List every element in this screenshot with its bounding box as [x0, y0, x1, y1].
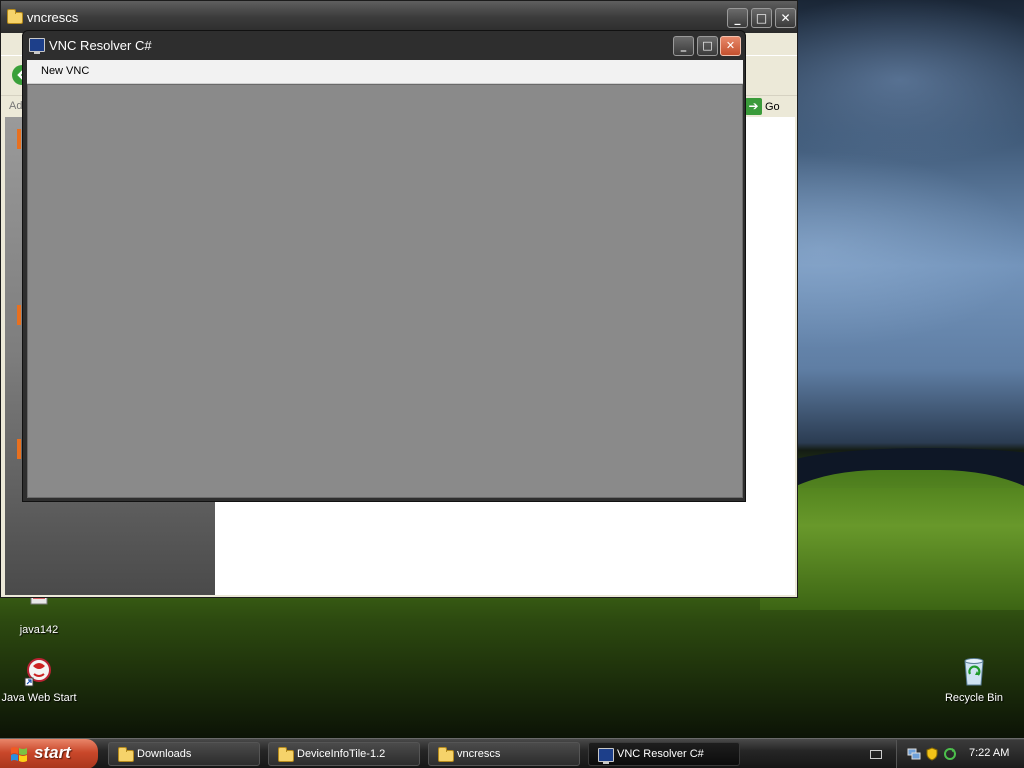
security-shield-icon[interactable]	[925, 747, 939, 761]
folder-icon	[7, 9, 23, 24]
menu-new-vnc[interactable]: New VNC	[41, 65, 89, 77]
update-icon[interactable]	[943, 747, 957, 761]
task-label: VNC Resolver C#	[617, 748, 704, 760]
explorer-maximize-button[interactable]: □	[751, 8, 772, 28]
explorer-minimize-button[interactable]: _	[727, 8, 748, 28]
taskbar-item-deviceinfotile[interactable]: DeviceInfoTile-1.2	[268, 742, 420, 766]
monitor-icon	[598, 748, 614, 764]
taskbar-item-vnc-resolver[interactable]: VNC Resolver C#	[588, 742, 740, 766]
go-button[interactable]: ➔ Go	[745, 98, 795, 116]
desktop-icon-label: Java Web Start	[1, 692, 77, 704]
vnc-close-button[interactable]: ✕	[720, 36, 741, 56]
clock[interactable]: 7:22 AM	[969, 747, 1009, 759]
folder-icon	[278, 747, 294, 762]
keyboard-icon[interactable]	[870, 750, 882, 759]
folder-icon	[438, 747, 454, 762]
recycle-bin-icon	[958, 656, 990, 688]
desktop-icon-label: Recycle Bin	[944, 692, 1004, 704]
vnc-menubar: New VNC	[27, 60, 743, 84]
vnc-maximize-button[interactable]: □	[697, 36, 718, 56]
desktop-icon-recycle-bin[interactable]: Recycle Bin	[936, 656, 1012, 704]
taskbar-item-vncrescs[interactable]: vncrescs	[428, 742, 580, 766]
task-label: Downloads	[137, 748, 192, 760]
task-label: vncrescs	[457, 748, 501, 760]
go-arrow-icon: ➔	[745, 98, 762, 115]
taskbar-item-downloads[interactable]: Downloads	[108, 742, 260, 766]
explorer-title: vncrescs	[27, 10, 79, 25]
windows-flag-icon	[11, 747, 27, 762]
start-label: start	[34, 743, 71, 762]
go-label: Go	[765, 100, 780, 113]
wallpaper-meadow	[760, 470, 1024, 610]
folder-icon	[118, 747, 134, 762]
desktop-icon-label: java142	[19, 624, 59, 636]
network-icon[interactable]	[907, 747, 921, 761]
start-button[interactable]: start	[0, 739, 98, 768]
system-tray: 7:22 AM	[896, 740, 1024, 768]
address-label: Ad	[9, 100, 23, 112]
explorer-close-button[interactable]: ✕	[775, 8, 796, 28]
desktop-icon-java-web-start[interactable]: Java Web Start	[1, 656, 77, 704]
vnc-resolver-window[interactable]: VNC Resolver C# _ □ ✕ New VNC	[22, 30, 746, 502]
task-label: DeviceInfoTile-1.2	[297, 748, 386, 760]
explorer-titlebar[interactable]: vncrescs _ □ ✕	[1, 1, 797, 33]
monitor-icon	[29, 38, 45, 54]
vnc-minimize-button[interactable]: _	[673, 36, 694, 56]
vnc-window-title: VNC Resolver C#	[49, 38, 152, 53]
vnc-client-area[interactable]	[27, 84, 743, 498]
task-pane-marker	[17, 129, 21, 149]
java-web-start-icon	[23, 656, 55, 688]
task-pane-marker	[17, 305, 21, 325]
taskbar: start Downloads DeviceInfoTile-1.2 vncre…	[0, 738, 1024, 768]
task-pane-marker	[17, 439, 21, 459]
vnc-titlebar[interactable]: VNC Resolver C# _ □ ✕	[23, 31, 745, 60]
